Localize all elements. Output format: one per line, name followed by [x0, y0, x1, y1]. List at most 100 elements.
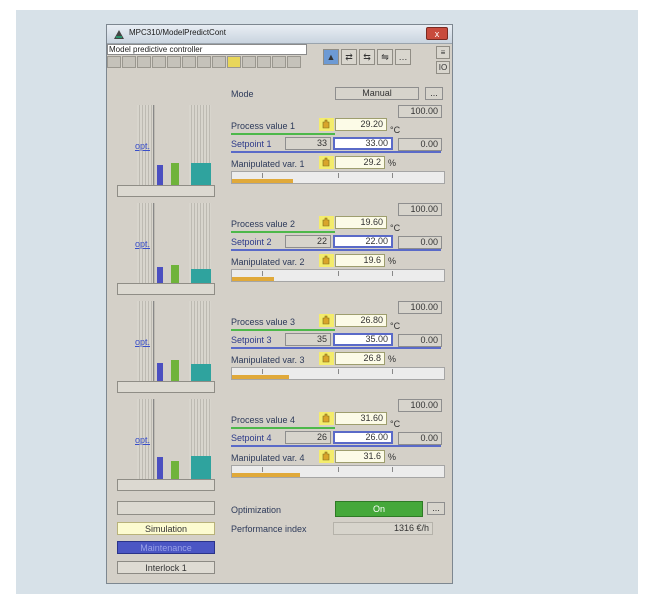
status-segment	[152, 56, 166, 68]
pv-high-limit[interactable]: 100.00	[398, 105, 442, 118]
status-segment	[287, 56, 301, 68]
sp-label: Setpoint 1	[231, 139, 272, 149]
sp-low-limit[interactable]: 0.00	[398, 236, 442, 249]
interlock-button[interactable]: Interlock 1	[117, 561, 215, 574]
loop-bar-group	[119, 301, 215, 384]
title-bar: MPC310/ModelPredictCont x	[107, 25, 452, 44]
loop-bar-group	[119, 105, 215, 188]
status-segments	[107, 56, 301, 68]
pv-value: 31.60	[335, 412, 387, 425]
gauge-tick	[338, 467, 339, 472]
mv-value: 31.6	[335, 450, 385, 463]
mode-more-button[interactable]: ...	[425, 87, 443, 100]
gauge-tick	[392, 271, 393, 276]
controller-name: Model predictive controller	[107, 44, 307, 55]
gauge-tick	[392, 369, 393, 374]
performance-label: Performance index	[231, 524, 307, 534]
trend-icon: ⇄	[345, 52, 353, 62]
performance-value: 1316 €/h	[333, 522, 433, 535]
opt-link[interactable]: opt.	[135, 337, 150, 347]
toolbar-swap-button[interactable]: ⇆	[359, 49, 375, 65]
status-segment	[122, 56, 136, 68]
mv-gauge	[231, 269, 445, 282]
status-segment	[182, 56, 196, 68]
hand-icon	[319, 352, 334, 365]
pv-unit: °C	[390, 125, 401, 135]
gauge-tick	[262, 369, 263, 374]
pv-underline	[231, 329, 335, 331]
sp-input[interactable]: 35.00	[333, 333, 393, 346]
pv-high-limit[interactable]: 100.00	[398, 399, 442, 412]
toolbar-trend-button[interactable]: ⇄	[341, 49, 357, 65]
sp-low-limit[interactable]: 0.00	[398, 138, 442, 151]
sp-underline	[231, 347, 441, 349]
opt-link[interactable]: opt.	[135, 435, 150, 445]
pv-bar	[157, 165, 163, 185]
pv-value: 19.60	[335, 216, 387, 229]
toolbar-more-button[interactable]: …	[395, 49, 411, 65]
mv-bar	[191, 364, 211, 381]
sp-low-limit[interactable]: 0.00	[398, 334, 442, 347]
sp-underline	[231, 151, 441, 153]
mv-unit: %	[388, 354, 397, 364]
mv-bar	[191, 269, 211, 283]
status-segment	[272, 56, 286, 68]
optimization-label: Optimization	[231, 505, 282, 515]
menu-icon: ≡	[440, 48, 446, 57]
mv-value: 26.8	[335, 352, 385, 365]
optimization-more-button[interactable]: ...	[427, 502, 445, 515]
io-icon: IO	[438, 63, 448, 72]
bar-scale	[153, 399, 154, 479]
io-button[interactable]: IO	[436, 61, 450, 74]
pv-underline	[231, 133, 335, 135]
mv-label: Manipulated var. 1	[231, 159, 305, 169]
sp-low-limit[interactable]: 0.00	[398, 432, 442, 445]
loop-bar-group	[119, 203, 215, 286]
status-segment	[242, 56, 256, 68]
hand-icon	[319, 118, 334, 131]
mv-gauge	[231, 367, 445, 380]
sp-input[interactable]: 22.00	[333, 235, 393, 248]
menu-button[interactable]: ≡	[436, 46, 450, 59]
simulation-button[interactable]: Simulation	[117, 522, 215, 535]
status-segment	[257, 56, 271, 68]
app-icon	[114, 30, 124, 39]
opt-link[interactable]: opt.	[135, 141, 150, 151]
pv-value: 29.20	[335, 118, 387, 131]
sp-label: Setpoint 4	[231, 433, 272, 443]
sp-input[interactable]: 33.00	[333, 137, 393, 150]
optimization-state[interactable]: On	[335, 501, 423, 517]
mode-label: Mode	[231, 89, 254, 99]
mode-value[interactable]: Manual	[335, 87, 419, 100]
gauge-tick	[262, 467, 263, 472]
pv-high-limit[interactable]: 100.00	[398, 301, 442, 314]
mv-bar	[191, 163, 211, 185]
loop-bar-group	[119, 399, 215, 482]
sp-bar	[171, 461, 179, 479]
mv-gauge-fill	[232, 473, 300, 477]
maintenance-button[interactable]: Maintenance	[117, 541, 215, 554]
loop-status-box	[117, 283, 215, 295]
toolbar-home-button[interactable]: ▲	[323, 49, 339, 65]
home-icon: ▲	[326, 52, 336, 62]
toolbar-limits-button[interactable]: ⇋	[377, 49, 393, 65]
opt-link[interactable]: opt.	[135, 239, 150, 249]
pv-underline	[231, 427, 335, 429]
gauge-tick	[262, 271, 263, 276]
side-buttons: ≡ IO	[436, 46, 450, 74]
pv-unit: °C	[390, 321, 401, 331]
loop-status-box	[117, 479, 215, 491]
status-segment-hand	[227, 56, 241, 68]
gauge-tick	[262, 173, 263, 178]
sp-input[interactable]: 26.00	[333, 431, 393, 444]
gauge-tick	[392, 467, 393, 472]
pv-high-limit[interactable]: 100.00	[398, 203, 442, 216]
bar-scale	[153, 301, 154, 381]
sp-external-value: 33	[285, 137, 331, 150]
pv-label: Process value 3	[231, 317, 296, 327]
close-button[interactable]: x	[426, 27, 448, 40]
pv-bar	[157, 267, 163, 283]
pv-label: Process value 2	[231, 219, 296, 229]
gauge-tick	[338, 173, 339, 178]
swap-icon: ⇆	[363, 52, 371, 62]
